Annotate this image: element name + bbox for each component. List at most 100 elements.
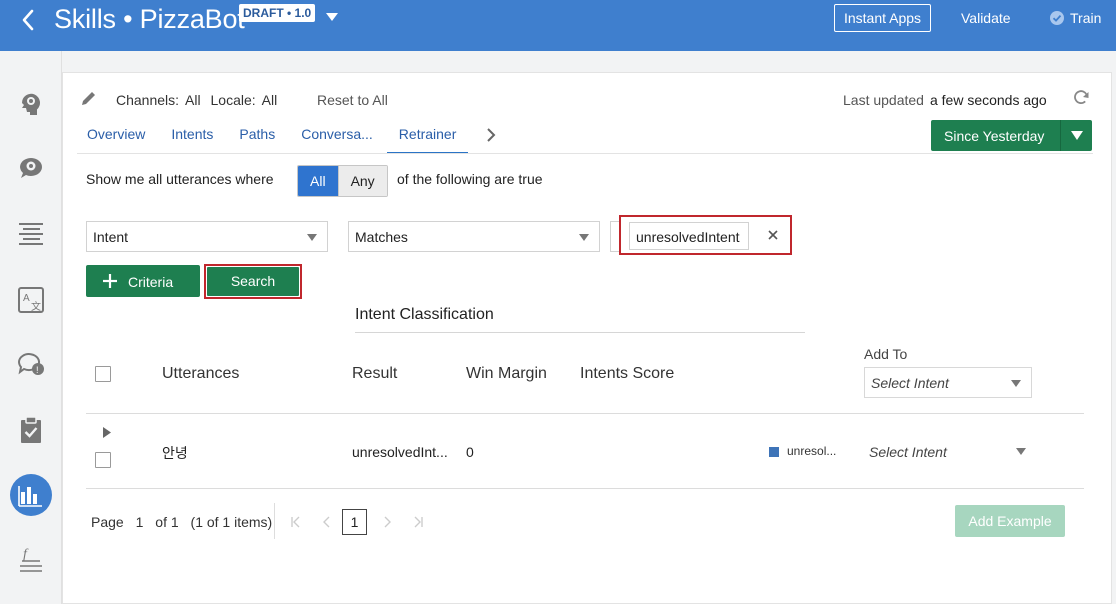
row-add-to-placeholder: Select Intent xyxy=(869,444,947,460)
utterance-cell: 안녕 xyxy=(162,445,188,461)
header-divider xyxy=(86,413,1084,414)
bulk-add-to-select[interactable]: Select Intent xyxy=(864,367,1032,398)
flows-icon[interactable] xyxy=(16,219,46,249)
components-icon[interactable]: f xyxy=(16,545,46,575)
pencil-icon[interactable] xyxy=(80,89,98,107)
chevron-down-icon[interactable] xyxy=(326,13,338,21)
last-updated-label: Last updated xyxy=(843,92,924,108)
resource-bundles-icon[interactable]: A 文 xyxy=(16,285,46,315)
intents-icon[interactable] xyxy=(16,89,46,119)
col-result: Result xyxy=(352,365,398,382)
score-legend-label: unresol... xyxy=(787,444,837,458)
last-updated-value: a few seconds ago xyxy=(929,92,1047,108)
insights-icon[interactable] xyxy=(16,480,46,510)
filters-summary: Channels: All Locale: All xyxy=(116,92,283,108)
row-checkbox[interactable] xyxy=(95,452,111,468)
bulk-add-to-placeholder: Select Intent xyxy=(871,375,949,391)
channels-value: All xyxy=(185,92,201,108)
left-nav-rail: A 文 ! f xyxy=(0,51,62,604)
check-circle-icon xyxy=(1050,11,1064,25)
search-highlight: Search xyxy=(204,264,302,299)
train-button[interactable]: Train xyxy=(1050,10,1101,26)
chevron-down-icon xyxy=(307,234,317,241)
intent-classification-header: Intent Classification xyxy=(355,306,494,323)
tab-retrainer[interactable]: Retrainer xyxy=(386,126,469,154)
col-add-to: Add To xyxy=(864,346,908,362)
first-page-icon[interactable] xyxy=(290,515,302,529)
svg-text:f: f xyxy=(23,547,29,562)
pagination-info: Page 1 of 1 (1 of 1 items) xyxy=(91,514,280,530)
svg-text:文: 文 xyxy=(31,300,41,313)
chevron-down-icon xyxy=(1016,448,1026,455)
match-any-button[interactable]: Any xyxy=(337,166,387,196)
qna-icon[interactable]: ! xyxy=(16,349,46,379)
reset-all-link[interactable]: Reset to All xyxy=(317,92,388,108)
add-criteria-label: Criteria xyxy=(128,274,174,290)
version-badge: DRAFT • 1.0 xyxy=(239,4,316,22)
instant-apps-button[interactable]: Instant Apps xyxy=(834,4,931,32)
entities-icon[interactable] xyxy=(16,153,46,183)
chevron-down-icon xyxy=(579,234,589,241)
next-page-icon[interactable] xyxy=(381,515,393,529)
date-range-label: Since Yesterday xyxy=(944,128,1045,144)
criteria-value-input[interactable]: unresolvedIntent xyxy=(629,222,749,250)
close-icon[interactable] xyxy=(766,228,780,242)
criteria-field-select[interactable]: Intent xyxy=(86,221,328,252)
locale-value: All xyxy=(261,92,278,108)
channels-label: Channels: xyxy=(116,92,180,108)
pager-divider xyxy=(274,503,275,539)
prev-page-icon[interactable] xyxy=(321,515,333,529)
criteria-field-value: Intent xyxy=(93,229,129,245)
last-updated: Last updated a few seconds ago xyxy=(843,92,1047,108)
date-range-button[interactable]: Since Yesterday xyxy=(931,120,1092,151)
page-total: of 1 xyxy=(155,514,179,530)
search-button[interactable]: Search xyxy=(207,267,299,296)
current-page-button[interactable]: 1 xyxy=(342,509,367,535)
page-label: Page xyxy=(91,514,124,530)
tabs-divider xyxy=(77,153,1093,154)
query-prefix: Show me all utterances where xyxy=(86,171,274,187)
result-cell: unresolvedInt... xyxy=(352,444,448,460)
refresh-icon[interactable] xyxy=(1072,89,1090,107)
col-utterances: Utterances xyxy=(162,365,240,382)
app-header: Skills • PizzaBot DRAFT • 1.0 Instant Ap… xyxy=(0,0,1116,51)
expand-row-icon[interactable] xyxy=(103,427,111,438)
tab-overview[interactable]: Overview xyxy=(87,126,145,154)
chevron-down-icon[interactable] xyxy=(1071,131,1083,140)
group-header-divider xyxy=(355,332,805,333)
match-all-button[interactable]: All xyxy=(298,166,338,196)
col-win-margin: Win Margin xyxy=(466,365,547,382)
chevron-down-icon xyxy=(1011,380,1021,387)
col-intents-score: Intents Score xyxy=(580,365,675,382)
row-add-to-select[interactable]: Select Intent xyxy=(864,437,1032,467)
select-all-checkbox[interactable] xyxy=(95,366,111,382)
svg-text:!: ! xyxy=(36,365,39,375)
criteria-operator-value: Matches xyxy=(355,229,408,245)
train-label: Train xyxy=(1070,10,1102,26)
tab-intents[interactable]: Intents xyxy=(171,126,213,154)
tab-conversations[interactable]: Conversa... xyxy=(301,126,373,154)
validate-button[interactable]: Validate xyxy=(961,10,1011,26)
back-chevron-icon[interactable] xyxy=(14,6,42,34)
page-title: Skills • PizzaBot xyxy=(54,4,245,34)
locale-label: Locale: xyxy=(210,92,256,108)
tab-paths[interactable]: Paths xyxy=(239,126,275,154)
last-page-icon[interactable] xyxy=(412,515,424,529)
quality-icon[interactable] xyxy=(16,415,46,445)
query-suffix: of the following are true xyxy=(397,171,543,187)
chevron-right-icon[interactable] xyxy=(485,127,497,143)
criteria-operator-select[interactable]: Matches xyxy=(348,221,600,252)
page-number: 1 xyxy=(135,514,144,530)
plus-icon xyxy=(103,274,117,288)
insights-tabs: Overview Intents Paths Conversa... Retra… xyxy=(87,126,494,154)
criteria-value-highlight: unresolvedIntent xyxy=(619,215,792,255)
items-count: (1 of 1 items) xyxy=(190,514,273,530)
svg-text:A: A xyxy=(23,293,30,304)
add-criteria-button[interactable]: Criteria xyxy=(86,265,200,297)
win-margin-cell: 0 xyxy=(466,444,474,460)
score-legend-swatch xyxy=(769,447,779,457)
split-divider xyxy=(1060,120,1061,151)
match-mode-toggle: All Any xyxy=(297,165,388,197)
add-example-button[interactable]: Add Example xyxy=(955,505,1065,537)
row-divider xyxy=(86,488,1084,489)
